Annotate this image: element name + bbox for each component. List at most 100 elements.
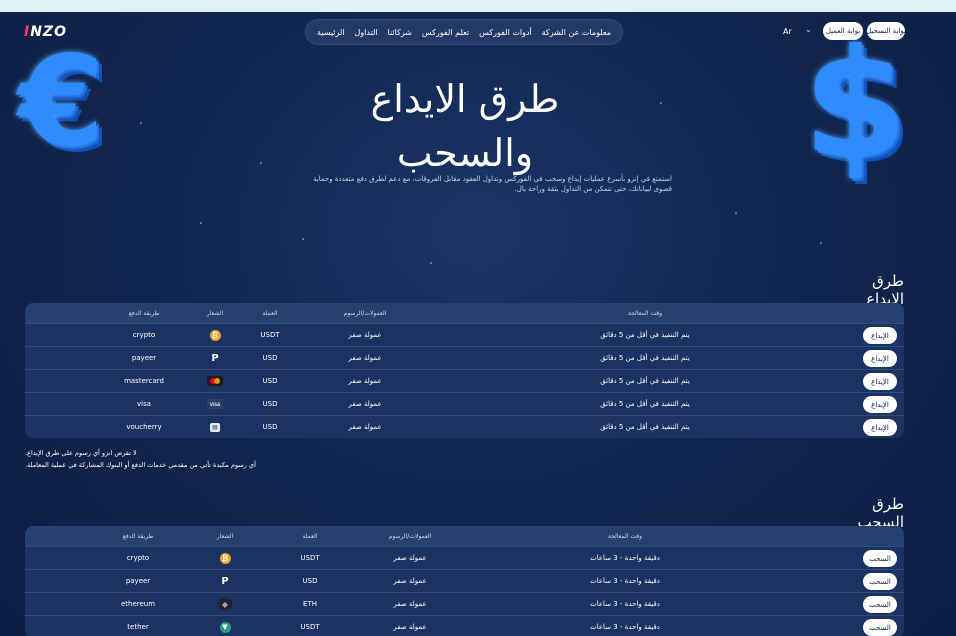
header-currency: العملة bbox=[302, 532, 318, 540]
language-selector[interactable]: Ar bbox=[783, 27, 792, 36]
method-name: mastercard bbox=[124, 377, 164, 385]
deposit-button[interactable]: الإيداع bbox=[863, 327, 897, 344]
fees: عمولة صفر bbox=[393, 623, 427, 631]
payeer-icon: P bbox=[211, 352, 219, 364]
mastercard-icon bbox=[207, 376, 223, 386]
method-name: ethereum bbox=[120, 600, 156, 608]
withdraw-button[interactable]: السحب bbox=[863, 596, 897, 613]
star-dot bbox=[140, 122, 142, 124]
table-row: voucherry ▤ USD عمولة صفر يتم التنفيذ في… bbox=[25, 415, 904, 438]
header-currency: العملة bbox=[262, 309, 278, 317]
processing-time: يتم التنفيذ في أقل من 5 دقائق bbox=[600, 423, 690, 431]
visa-icon: VISA bbox=[207, 399, 223, 409]
table-row: crypto ₿ USDT عمولة صفر يتم التنفيذ في أ… bbox=[25, 323, 904, 346]
header-icon: الشعار bbox=[206, 309, 224, 317]
fees: عمولة صفر bbox=[393, 554, 427, 562]
currency: USD bbox=[302, 577, 318, 585]
table-row: payeer P USD عمولة صفر دقيقة واحدة - 3 س… bbox=[25, 569, 904, 592]
page: INZO معلومات عن الشركة أدوات الفوركس تعل… bbox=[0, 12, 956, 636]
deposit-table: طريقة الدفع الشعار العملة العمولات/الرسو… bbox=[25, 303, 904, 438]
browser-top-strip bbox=[0, 0, 956, 12]
withdraw-button[interactable]: السحب bbox=[863, 550, 897, 567]
deposit-button[interactable]: الإيداع bbox=[863, 373, 897, 390]
header-fees: العمولات/الرسوم bbox=[343, 309, 387, 317]
nav-item-partners[interactable]: شركائنا bbox=[388, 28, 412, 37]
star-dot bbox=[660, 102, 662, 104]
euro-icon: € bbox=[18, 30, 105, 174]
hero-description-line1: استمتع في إنزو بأسرع عمليات إيداع وسحب ف… bbox=[313, 175, 672, 183]
header-fees: العمولات/الرسوم bbox=[388, 532, 432, 540]
withdrawal-table: طريقة الدفع الشعار العملة العمولات/الرسو… bbox=[25, 526, 904, 636]
header-icon: الشعار bbox=[216, 532, 234, 540]
fees: عمولة صفر bbox=[393, 600, 427, 608]
main-nav: معلومات عن الشركة أدوات الفوركس تعلم الف… bbox=[305, 19, 623, 45]
nav-item-learn-forex[interactable]: تعلم الفوركس bbox=[422, 28, 469, 37]
processing-time: يتم التنفيذ في أقل من 5 دقائق bbox=[600, 354, 690, 362]
header-time: وقت المعالجة bbox=[607, 532, 643, 540]
method-name: crypto bbox=[126, 554, 150, 562]
nav-item-trading[interactable]: التداول bbox=[354, 28, 377, 37]
page-title-line2: والسحب bbox=[396, 131, 534, 175]
hero-description-line2: قصوى لبياناتك، حتى تتمكن من التداول بثقة… bbox=[514, 185, 672, 193]
fees: عمولة صفر bbox=[393, 577, 427, 585]
processing-time: دقيقة واحدة - 3 ساعات bbox=[590, 577, 660, 585]
deposit-button[interactable]: الإيداع bbox=[863, 419, 897, 436]
table-row: visa VISA USD عمولة صفر يتم التنفيذ في أ… bbox=[25, 392, 904, 415]
header-time: وقت المعالجة bbox=[627, 309, 663, 317]
deposit-note-line1: لا تفرض انزو أي رسوم على طرق الإيداع. bbox=[25, 449, 137, 457]
page-title-line1: طرق الايداع bbox=[370, 77, 560, 121]
page-title: طرق الايداع والسحب bbox=[320, 72, 610, 180]
withdraw-button[interactable]: السحب bbox=[863, 573, 897, 590]
dollar-icon: $ bbox=[803, 18, 908, 192]
method-name: visa bbox=[136, 400, 152, 408]
nav-item-home[interactable]: الرئيسية bbox=[317, 28, 345, 37]
nav-item-forex-tools[interactable]: أدوات الفوركس bbox=[479, 28, 532, 37]
fees: عمولة صفر bbox=[348, 400, 382, 408]
bitcoin-icon: ₿ bbox=[219, 552, 231, 564]
processing-time: دقيقة واحدة - 3 ساعات bbox=[590, 554, 660, 562]
table-row: payeer P USD عمولة صفر يتم التنفيذ في أق… bbox=[25, 346, 904, 369]
currency: USDT bbox=[300, 554, 320, 562]
deposit-button[interactable]: الإيداع bbox=[863, 396, 897, 413]
method-name: voucherry bbox=[126, 423, 162, 431]
ethereum-icon: ◆ bbox=[218, 597, 232, 611]
withdrawal-table-header: طريقة الدفع الشعار العملة العمولات/الرسو… bbox=[25, 526, 904, 546]
payeer-icon: P bbox=[221, 575, 229, 587]
processing-time: يتم التنفيذ في أقل من 5 دقائق bbox=[600, 377, 690, 385]
fees: عمولة صفر bbox=[348, 354, 382, 362]
method-name: payeer bbox=[125, 577, 151, 585]
deposit-note-line2: أي رسوم مكبدة تأتي من مقدمي خدمات الدفع … bbox=[25, 461, 256, 469]
currency: USD bbox=[262, 377, 278, 385]
method-name: payeer bbox=[131, 354, 157, 362]
deposit-table-header: طريقة الدفع الشعار العملة العمولات/الرسو… bbox=[25, 303, 904, 323]
deposit-button[interactable]: الإيداع bbox=[863, 350, 897, 367]
table-row: crypto ₿ USDT عمولة صفر دقيقة واحدة - 3 … bbox=[25, 546, 904, 569]
fees: عمولة صفر bbox=[348, 331, 382, 339]
star-dot bbox=[302, 238, 304, 240]
method-name: tether bbox=[127, 623, 149, 631]
currency: USD bbox=[262, 423, 278, 431]
header-method: طريقة الدفع bbox=[128, 309, 160, 317]
processing-time: دقيقة واحدة - 3 ساعات bbox=[590, 623, 660, 631]
voucherry-icon: ▤ bbox=[210, 422, 220, 432]
withdraw-button[interactable]: السحب bbox=[863, 619, 897, 636]
nav-item-about[interactable]: معلومات عن الشركة bbox=[542, 28, 611, 37]
tether-icon: ▼ bbox=[219, 621, 231, 633]
table-row: tether ▼ USDT عمولة صفر دقيقة واحدة - 3 … bbox=[25, 615, 904, 636]
bitcoin-icon: ₿ bbox=[209, 329, 221, 341]
star-dot bbox=[200, 222, 202, 224]
hero-description: استمتع في إنزو بأسرع عمليات إيداع وسحب ف… bbox=[282, 174, 672, 194]
processing-time: يتم التنفيذ في أقل من 5 دقائق bbox=[600, 331, 690, 339]
method-name: crypto bbox=[132, 331, 156, 339]
star-dot bbox=[430, 262, 432, 264]
fees: عمولة صفر bbox=[348, 423, 382, 431]
header-method: طريقة الدفع bbox=[122, 532, 154, 540]
processing-time: دقيقة واحدة - 3 ساعات bbox=[590, 600, 660, 608]
star-dot bbox=[260, 162, 262, 164]
table-row: ethereum ◆ ETH عمولة صفر دقيقة واحدة - 3… bbox=[25, 592, 904, 615]
currency: USDT bbox=[300, 623, 320, 631]
fees: عمولة صفر bbox=[348, 377, 382, 385]
currency: USDT bbox=[260, 331, 280, 339]
table-row: mastercard USD عمولة صفر يتم التنفيذ في … bbox=[25, 369, 904, 392]
currency: USD bbox=[262, 400, 278, 408]
